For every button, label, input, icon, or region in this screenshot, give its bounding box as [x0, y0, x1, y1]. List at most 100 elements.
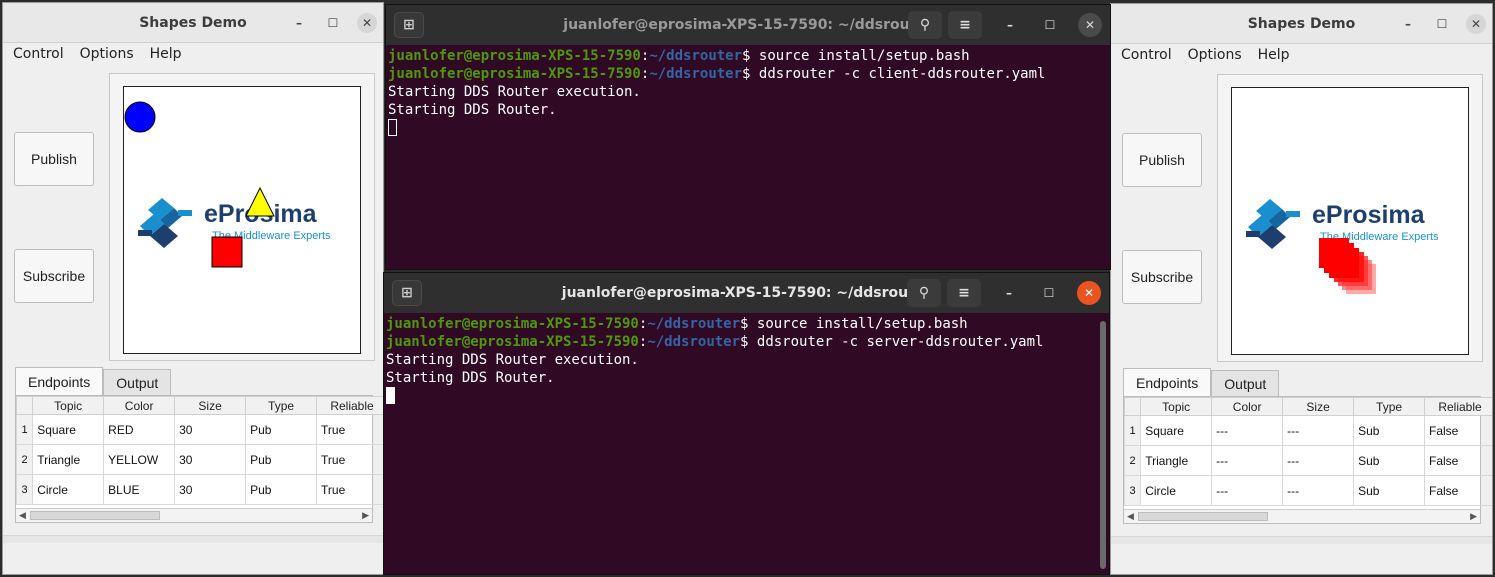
horizontal-scrollbar[interactable]: ◀ ▶ [16, 508, 372, 522]
scroll-right-icon[interactable]: ▶ [1470, 511, 1477, 522]
shapes-demo-window-left: Shapes Demo – ☐ ✕ Control Options Help P… [2, 2, 384, 575]
hamburger-menu-icon[interactable]: ≡ [948, 11, 982, 39]
hamburger-menu-icon[interactable]: ≡ [947, 279, 981, 307]
subscribe-button[interactable]: Subscribe [1122, 250, 1202, 304]
cell-topic: Square [32, 414, 105, 445]
cell-topic: Triangle [32, 444, 105, 475]
table-row[interactable]: 2 Triangle YELLOW 30 Pub True [15, 444, 383, 475]
vertical-scrollbar[interactable] [1100, 321, 1106, 569]
cell-topic: Triangle [1140, 445, 1213, 476]
title-bar[interactable]: ⊞ juanlofer@eprosima-XPS-15-7590: ~/ddsr… [386, 5, 1110, 45]
scroll-right-icon[interactable]: ▶ [362, 510, 369, 521]
column-header[interactable]: Color [103, 396, 176, 415]
scroll-left-icon[interactable]: ◀ [1127, 511, 1134, 522]
cell-color: BLUE [103, 474, 176, 505]
column-header[interactable]: Type [1353, 397, 1426, 416]
table-row[interactable]: 1 Square --- --- Sub False [1123, 415, 1492, 446]
maximize-icon[interactable]: ☐ [1038, 13, 1062, 37]
window-title: juanlofer@eprosima-XPS-15-7590: ~/ddsrou… [563, 17, 933, 33]
column-header[interactable]: Reliable [316, 396, 383, 415]
column-header[interactable]: Type [245, 396, 318, 415]
title-bar[interactable]: Shapes Demo – ☐ ✕ [3, 3, 383, 43]
minimize-icon[interactable]: – [997, 281, 1021, 305]
cell-type: Sub [1353, 415, 1426, 446]
maximize-icon[interactable]: ☐ [323, 13, 343, 33]
row-number: 1 [15, 414, 34, 445]
close-icon[interactable]: ✕ [1466, 14, 1486, 34]
tab-endpoints[interactable]: Endpoints [1123, 368, 1212, 396]
row-number: 3 [1123, 475, 1142, 506]
close-icon[interactable]: ✕ [1078, 13, 1102, 37]
cell-size: --- [1282, 475, 1355, 506]
minimize-icon[interactable]: – [1398, 14, 1418, 34]
menu-options[interactable]: Options [80, 46, 134, 62]
table-row[interactable]: 3 Circle BLUE 30 Pub True [15, 474, 383, 505]
eprosima-logo-icon [1246, 199, 1300, 249]
terminal-line: Starting DDS Router. [386, 370, 555, 386]
terminal-output[interactable]: juanlofer@eprosima-XPS-15-7590:~/ddsrout… [384, 313, 1109, 407]
menu-control[interactable]: Control [13, 46, 64, 62]
terminal-line: Starting DDS Router execution. [386, 352, 639, 368]
table-row[interactable]: 2 Triangle --- --- Sub False [1123, 445, 1492, 476]
menu-bar: Control Options Help [1111, 44, 1492, 66]
publish-button[interactable]: Publish [1122, 133, 1202, 187]
tab-bar: Endpoints Output [15, 367, 172, 395]
cell-color: RED [103, 414, 176, 445]
cell-size: --- [1282, 445, 1355, 476]
cell-reliable: False [1424, 445, 1492, 476]
command-text: ddsrouter -c client-ddsrouter.yaml [758, 66, 1046, 82]
menu-help[interactable]: Help [1258, 47, 1290, 63]
menu-options[interactable]: Options [1188, 47, 1242, 63]
row-number-header [15, 396, 34, 415]
logo-brand: eProsima [1312, 201, 1426, 229]
terminal-cursor [386, 387, 395, 404]
menu-help[interactable]: Help [150, 46, 182, 62]
tab-bar: Endpoints Output [1123, 368, 1280, 396]
title-bar[interactable]: Shapes Demo – ☐ ✕ [1111, 4, 1492, 44]
column-header[interactable]: Color [1211, 397, 1284, 416]
tab-output[interactable]: Output [1211, 370, 1280, 396]
maximize-icon[interactable]: ☐ [1037, 281, 1061, 305]
publish-button[interactable]: Publish [14, 132, 94, 186]
table-row[interactable]: 3 Circle --- --- Sub False [1123, 475, 1492, 506]
horizontal-scrollbar[interactable]: ◀ ▶ [1124, 509, 1480, 523]
terminal-window-client: ⊞ juanlofer@eprosima-XPS-15-7590: ~/ddsr… [385, 4, 1111, 270]
scroll-thumb[interactable] [30, 511, 160, 520]
cell-size: 30 [174, 414, 247, 445]
terminal-line: juanlofer@eprosima-XPS-15-7590:~/ddsrout… [386, 316, 968, 332]
tab-endpoints[interactable]: Endpoints [15, 367, 104, 395]
new-tab-icon[interactable]: ⊞ [392, 280, 422, 306]
circle-shape [124, 101, 156, 133]
new-tab-icon[interactable]: ⊞ [394, 12, 424, 38]
column-header[interactable]: Size [174, 396, 247, 415]
column-header[interactable]: Reliable [1424, 397, 1492, 416]
prompt-user: juanlofer@eprosima-XPS-15-7590 [388, 48, 641, 64]
scroll-left-icon[interactable]: ◀ [19, 510, 26, 521]
search-icon[interactable]: ⚲ [907, 279, 941, 307]
minimize-icon[interactable]: – [289, 13, 309, 33]
prompt-user: juanlofer@eprosima-XPS-15-7590 [386, 334, 639, 350]
maximize-icon[interactable]: ☐ [1432, 14, 1452, 34]
minimize-icon[interactable]: – [998, 13, 1022, 37]
cell-type: Pub [245, 474, 318, 505]
window-title: juanlofer@eprosima-XPS-15-7590: ~/ddsrou… [561, 285, 932, 301]
column-header[interactable]: Topic [1140, 397, 1213, 416]
row-number: 1 [1123, 415, 1142, 446]
close-icon[interactable]: ✕ [1077, 281, 1101, 305]
table-header-row: Topic Color Size Type Reliable [1123, 397, 1492, 416]
table-row[interactable]: 1 Square RED 30 Pub True [15, 414, 383, 445]
column-header[interactable]: Size [1282, 397, 1355, 416]
tab-output[interactable]: Output [103, 369, 172, 395]
prompt-user: juanlofer@eprosima-XPS-15-7590 [388, 66, 641, 82]
scroll-thumb[interactable] [1138, 512, 1268, 521]
subscribe-button[interactable]: Subscribe [14, 249, 94, 303]
endpoints-table: Topic Color Size Type Reliable 1 Square … [15, 395, 383, 523]
shapes-canvas[interactable]: eProsima The Middleware Experts [1231, 87, 1469, 355]
title-bar[interactable]: ⊞ juanlofer@eprosima-XPS-15-7590: ~/ddsr… [384, 273, 1109, 313]
terminal-output[interactable]: juanlofer@eprosima-XPS-15-7590:~/ddsrout… [386, 45, 1110, 139]
menu-control[interactable]: Control [1121, 47, 1172, 63]
column-header[interactable]: Topic [32, 396, 105, 415]
shapes-canvas[interactable]: eProsima The Middleware Experts [123, 86, 361, 354]
close-icon[interactable]: ✕ [357, 13, 377, 33]
search-icon[interactable]: ⚲ [908, 11, 942, 39]
